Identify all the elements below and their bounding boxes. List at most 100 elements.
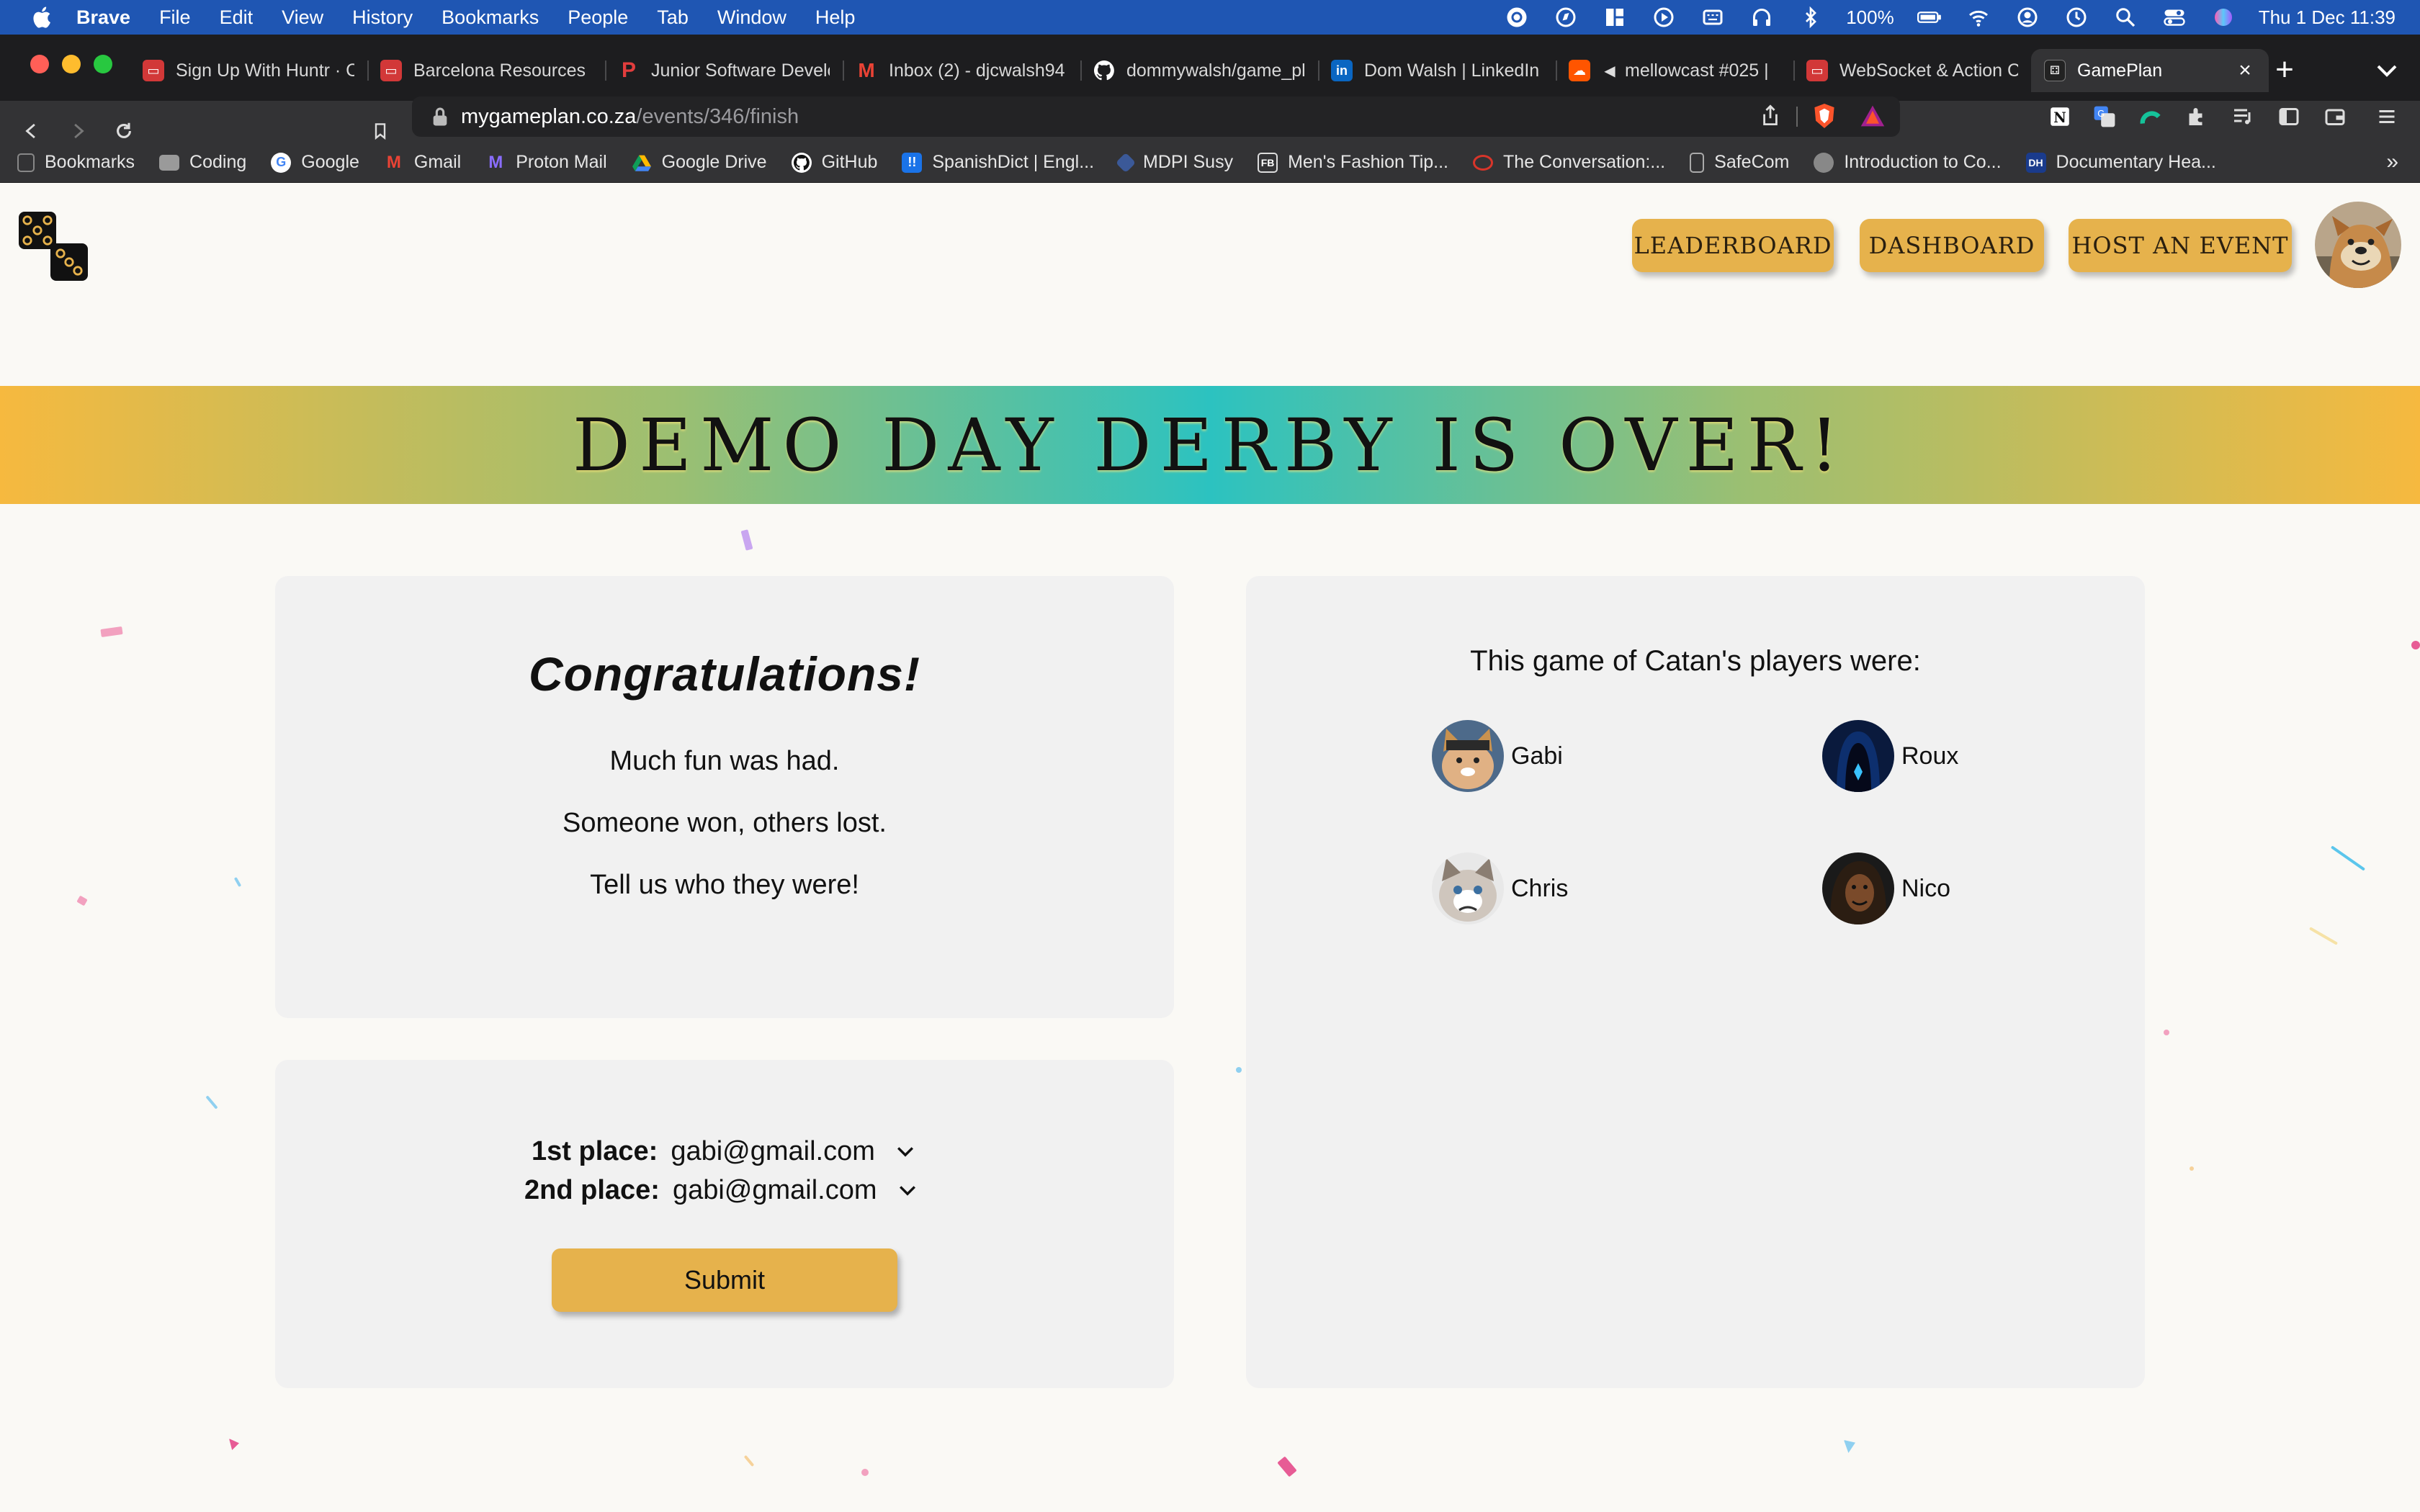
bookmark-github[interactable]: GitHub (791, 152, 877, 173)
compass-icon[interactable] (1552, 6, 1579, 28)
bookmark-intro[interactable]: Introduction to Co... (1814, 152, 2002, 173)
bookmark-bookmarks[interactable]: Bookmarks (17, 152, 135, 173)
menu-people[interactable]: People (568, 6, 628, 29)
menu-bookmarks[interactable]: Bookmarks (442, 6, 539, 29)
gameplan-logo-icon[interactable] (17, 210, 89, 282)
first-place-select[interactable]: gabi@gmail.com (671, 1136, 875, 1167)
tab-title: Junior Software Develc (651, 60, 830, 81)
close-tab-icon[interactable]: × (2234, 60, 2256, 81)
bookmark-gmail[interactable]: M Gmail (384, 152, 461, 173)
tab-websocket[interactable]: ▭ WebSocket & Action C (1793, 49, 2031, 92)
chevron-down-icon[interactable] (897, 1184, 918, 1198)
menu-view[interactable]: View (282, 6, 323, 29)
tab-title: GamePlan (2077, 60, 2163, 81)
bookmark-label: Coding (189, 152, 247, 172)
player-name: Chris (1511, 874, 1569, 902)
lock-icon[interactable] (432, 107, 448, 127)
user-icon[interactable] (2014, 6, 2041, 28)
battery-icon[interactable] (1916, 6, 1943, 28)
bookmark-proton[interactable]: M Proton Mail (485, 152, 606, 173)
bookmarks-icon (17, 153, 35, 172)
headphones-icon[interactable] (1748, 6, 1775, 28)
bookmark-spanishdict[interactable]: !! SpanishDict | Engl... (902, 152, 1094, 173)
bookmark-conversation[interactable]: The Conversation:... (1473, 152, 1665, 173)
bluetooth-icon[interactable] (1797, 6, 1824, 28)
bookmark-safecom[interactable]: SafeCom (1690, 152, 1789, 173)
menu-tab[interactable]: Tab (657, 6, 689, 29)
url-text[interactable]: mygameplan.co.za/events/346/finish (461, 105, 799, 129)
close-window-button[interactable] (30, 55, 49, 73)
brave-rewards-icon[interactable] (1860, 104, 1886, 128)
record-icon[interactable] (1503, 6, 1531, 28)
player-item: Gabi (1432, 720, 1563, 792)
tab-gameplan[interactable]: ⚃ GamePlan × (2031, 49, 2269, 92)
page-content: LEADERBOARD DASHBOARD HOST AN EVENT DEMO… (0, 183, 2420, 1512)
bookmarks-overflow-icon[interactable]: » (2386, 150, 2398, 174)
svg-text:G: G (2097, 108, 2105, 119)
menu-help[interactable]: Help (815, 6, 856, 29)
submit-button[interactable]: Submit (552, 1248, 897, 1312)
dashboard-button[interactable]: DASHBOARD (1860, 219, 2044, 272)
tab-github[interactable]: dommywalsh/game_pl (1080, 49, 1318, 92)
grammarly-extension-icon[interactable] (2136, 102, 2165, 131)
player-name: Gabi (1511, 742, 1563, 770)
apple-icon[interactable] (26, 5, 56, 30)
window-tiling-icon[interactable] (1601, 6, 1628, 28)
tab-barcelona[interactable]: ▭ Barcelona Resources (367, 49, 605, 92)
bookmark-documentary[interactable]: DH Documentary Hea... (2025, 152, 2216, 173)
leaderboard-button[interactable]: LEADERBOARD (1632, 219, 1834, 272)
brave-shields-icon[interactable] (1812, 102, 1837, 130)
window-controls (30, 55, 112, 73)
tab-gmail[interactable]: M Inbox (2) - djcwalsh94 (843, 49, 1080, 92)
bookmark-google[interactable]: G Google (271, 152, 359, 173)
confetti-piece (740, 529, 753, 551)
bookmark-label: SafeCom (1714, 152, 1790, 172)
keyboard-icon[interactable] (1699, 6, 1726, 28)
tab-huntr[interactable]: ▭ Sign Up With Huntr · C (130, 49, 367, 92)
chevron-down-icon[interactable] (2372, 56, 2401, 85)
chevron-down-icon[interactable] (895, 1145, 915, 1159)
play-icon[interactable] (1650, 6, 1677, 28)
menu-history[interactable]: History (352, 6, 413, 29)
profile-avatar[interactable] (2315, 202, 2401, 288)
notion-extension-icon[interactable]: N (2045, 102, 2074, 131)
bookmark-label: Proton Mail (516, 152, 607, 172)
maximize-window-button[interactable] (94, 55, 112, 73)
congrats-line-1: Much fun was had. (609, 746, 840, 776)
extensions-puzzle-icon[interactable] (2182, 102, 2211, 131)
playlist-icon[interactable] (2228, 102, 2257, 131)
wifi-icon[interactable] (1965, 6, 1992, 28)
new-tab-button[interactable]: + (2270, 52, 2299, 88)
sidebar-toggle-icon[interactable] (2275, 102, 2303, 131)
host-event-button[interactable]: HOST AN EVENT (2069, 219, 2292, 272)
bookmark-mdpi[interactable]: MDPI Susy (1115, 152, 1233, 173)
tab-linkedin[interactable]: in Dom Walsh | LinkedIn (1318, 49, 1556, 92)
tab-mellowcast[interactable]: ☁ ◀ mellowcast #025 | (1556, 49, 1793, 92)
time-machine-icon[interactable] (2063, 6, 2090, 28)
bookmark-fashion[interactable]: FB Men's Fashion Tip... (1258, 152, 1448, 173)
bookmark-drive[interactable]: Google Drive (632, 152, 767, 173)
player-avatar (1432, 852, 1504, 924)
menu-file[interactable]: File (159, 6, 191, 29)
minimize-window-button[interactable] (62, 55, 81, 73)
spotlight-search-icon[interactable] (2112, 6, 2139, 28)
wallet-icon[interactable] (2321, 102, 2349, 131)
siri-icon[interactable] (2210, 6, 2237, 28)
menu-edit[interactable]: Edit (220, 6, 254, 29)
menu-window[interactable]: Window (717, 6, 786, 29)
drive-icon (632, 153, 652, 173)
first-place-row: 1st place: gabi@gmail.com (532, 1136, 915, 1167)
translate-extension-icon[interactable]: G (2090, 102, 2119, 131)
player-avatar (1822, 852, 1894, 924)
control-center-icon[interactable] (2161, 6, 2188, 28)
menu-app-name[interactable]: Brave (76, 6, 130, 29)
tab-junior-dev[interactable]: P Junior Software Develc (605, 49, 843, 92)
confetti-piece (1844, 1440, 1855, 1453)
share-icon[interactable] (1760, 104, 1780, 127)
url-path: /events/346/finish (636, 105, 799, 128)
second-place-select[interactable]: gabi@gmail.com (673, 1175, 877, 1206)
hamburger-menu-icon[interactable] (2372, 102, 2401, 131)
websocket-favicon-icon: ▭ (1806, 60, 1828, 81)
speaker-icon[interactable]: ◀ (1602, 60, 1618, 81)
bookmark-coding[interactable]: Coding (159, 152, 246, 173)
